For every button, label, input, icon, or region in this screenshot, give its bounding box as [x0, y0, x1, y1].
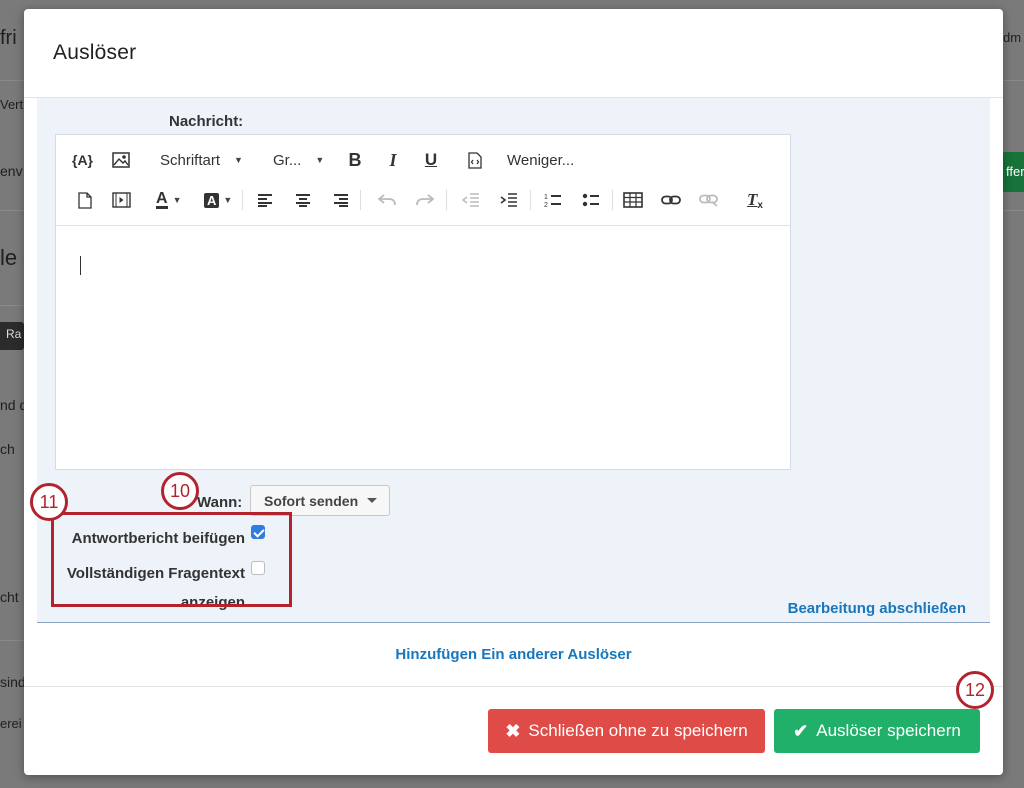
svg-text:1: 1 — [544, 194, 548, 201]
redo-icon[interactable] — [414, 187, 436, 213]
when-label: Wann: — [197, 494, 243, 511]
table-icon[interactable] — [622, 187, 644, 213]
bg-text: sind — [0, 674, 26, 690]
underline-icon[interactable]: U — [420, 147, 442, 173]
link-icon[interactable] — [660, 187, 682, 213]
annotation-marker-11: 11 — [30, 483, 68, 521]
message-label: Nachricht: — [169, 113, 244, 130]
chevron-down-icon: ▼ — [234, 155, 243, 165]
bold-icon[interactable]: B — [344, 147, 366, 173]
bg-text: ch — [0, 441, 15, 457]
bg-text: fri — [0, 27, 17, 49]
italic-icon[interactable]: I — [382, 147, 404, 173]
text-color-icon[interactable]: A ▼ — [156, 187, 181, 213]
chevron-down-icon — [367, 498, 377, 503]
finish-editing-link[interactable]: Bearbeitung abschließen — [788, 600, 966, 617]
align-right-icon[interactable] — [330, 187, 352, 213]
annotation-marker-10: 10 — [161, 472, 199, 510]
align-center-icon[interactable] — [292, 187, 314, 213]
image-icon[interactable] — [110, 147, 132, 173]
unlink-icon[interactable] — [698, 187, 720, 213]
annotation-marker-12: 12 — [956, 671, 994, 709]
trigger-modal: Auslöser Nachricht: {A} Schriftart ▼ Gr..… — [24, 9, 1003, 775]
outdent-icon[interactable] — [460, 187, 482, 213]
bg-text: env — [0, 163, 23, 179]
align-left-icon[interactable] — [254, 187, 276, 213]
media-icon[interactable] — [110, 187, 132, 213]
text-cursor — [80, 256, 81, 275]
add-trigger-link[interactable]: Hinzufügen Ein anderer Auslöser — [24, 646, 1003, 663]
clear-format-icon[interactable]: Tx — [744, 187, 766, 213]
less-toggle[interactable]: Weniger... — [507, 147, 574, 173]
close-without-saving-button[interactable]: ✖ Schließen ohne zu speichern — [488, 709, 765, 753]
editor-toolbar: {A} Schriftart ▼ Gr... ▼ B I U Weniger... — [56, 135, 790, 226]
background-color-icon[interactable]: A ▼ — [204, 187, 232, 213]
bg-text: cht — [0, 589, 19, 605]
document-icon[interactable] — [74, 187, 96, 213]
editor-content-area[interactable] — [56, 227, 790, 469]
indent-icon[interactable] — [498, 187, 520, 213]
undo-icon[interactable] — [376, 187, 398, 213]
bg-text: Vert — [0, 97, 24, 112]
footer-divider — [24, 686, 1003, 687]
font-family-dropdown[interactable]: Schriftart ▼ — [160, 147, 243, 173]
bg-button: Ra — [0, 322, 24, 350]
svg-text:2: 2 — [544, 202, 548, 208]
piped-text-icon[interactable]: {A} — [72, 147, 93, 173]
rich-text-editor: {A} Schriftart ▼ Gr... ▼ B I U Weniger... — [55, 134, 791, 470]
save-trigger-button[interactable]: ✔ Auslöser speichern — [774, 709, 980, 753]
modal-title: Auslöser — [53, 41, 137, 64]
bg-text: le — [0, 245, 18, 270]
modal-header: Auslöser — [24, 9, 1003, 98]
bg-text: erei — [0, 716, 22, 731]
send-timing-value: Sofort senden — [264, 492, 359, 509]
font-size-dropdown[interactable]: Gr... ▼ — [273, 147, 324, 173]
numbered-list-icon[interactable]: 12 — [542, 187, 564, 213]
chevron-down-icon: ▼ — [315, 155, 325, 165]
close-icon: ✖ — [505, 720, 521, 741]
source-code-icon[interactable] — [464, 147, 486, 173]
bg-text: dm — [1003, 30, 1022, 45]
annotation-box — [51, 512, 292, 607]
check-icon: ✔ — [793, 720, 809, 741]
bulleted-list-icon[interactable] — [580, 187, 602, 213]
bg-button: ffer — [1002, 152, 1024, 192]
